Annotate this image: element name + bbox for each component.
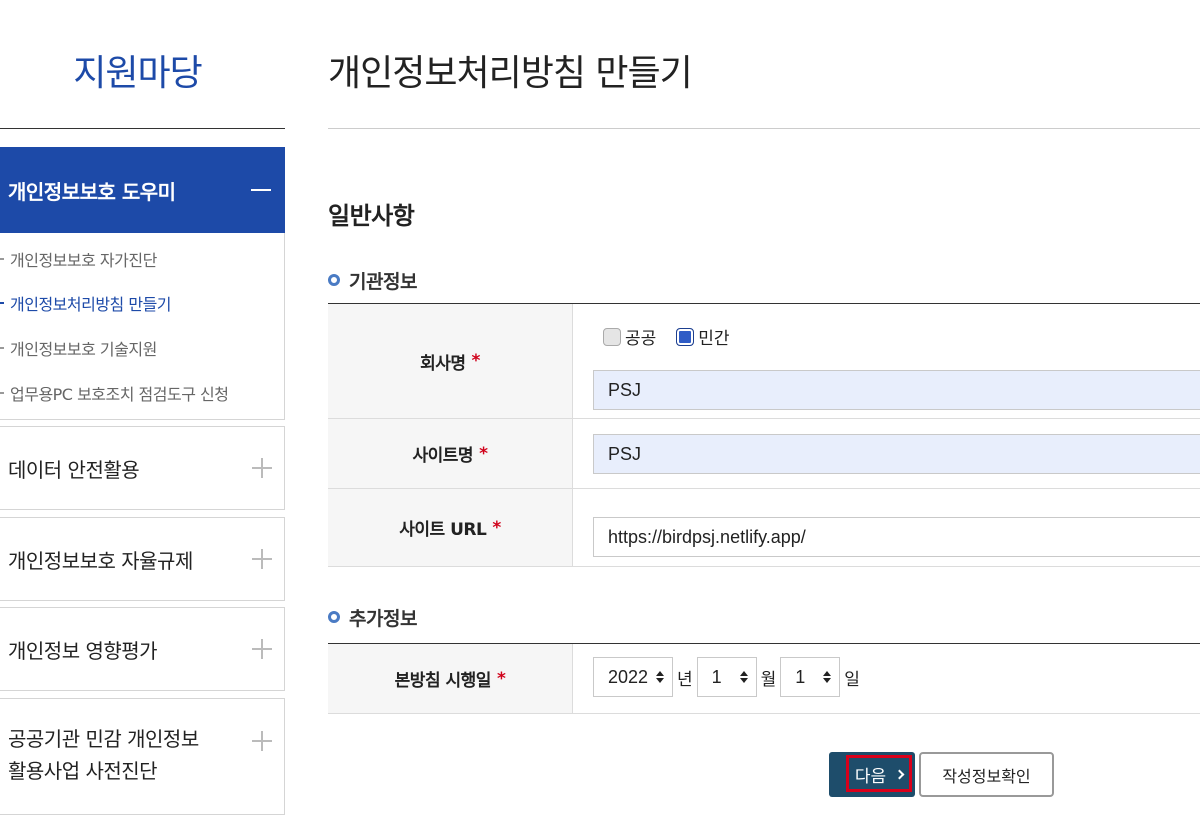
required-mark: * — [496, 668, 506, 689]
day-value: 1 — [795, 666, 806, 687]
sidebar-menu-label: 개인정보보호 자율규제 — [8, 548, 193, 573]
site-url-cell: https://birdpsj.netlify.app/ — [573, 489, 1200, 566]
site-url-label-text: 사이트 URL — [399, 520, 487, 540]
org-info-title: 기관정보 — [328, 268, 417, 293]
plus-icon — [252, 731, 272, 751]
option-label-public: 공공 — [625, 329, 657, 349]
sidebar-menu-label: 개인정보 영향평가 — [8, 638, 158, 663]
next-button[interactable]: 다음 — [829, 752, 915, 797]
submenu-item-label: 개인정보처리방침 만들기 — [10, 295, 172, 314]
sidebar-menu-label: 개인정보보호 도우미 — [8, 179, 176, 204]
submenu-item-pc-check-tool[interactable]: 업무용PC 보호조치 점검도구 신청 — [0, 381, 229, 405]
review-info-button[interactable]: 작성정보확인 — [919, 752, 1054, 797]
main-divider — [328, 128, 1200, 129]
org-info-table: 회사명 * 공공 민간 PSJ 사이트명 * PSJ 사이트 URL * htt — [328, 303, 1200, 567]
site-name-cell: PSJ — [573, 419, 1200, 488]
day-stepper[interactable]: 1 — [780, 657, 841, 697]
company-label: 회사명 * — [328, 304, 573, 418]
required-mark: * — [492, 517, 501, 538]
sidebar-menu-label-line2: 활용사업 사전진단 — [8, 759, 158, 783]
sidebar-divider — [0, 128, 285, 129]
form-row-site-name: 사이트명 * PSJ — [328, 419, 1200, 489]
required-mark: * — [471, 351, 481, 371]
bullet-dash-icon — [0, 392, 4, 394]
site-name-label-text: 사이트명 — [412, 446, 474, 466]
checkbox-public[interactable] — [603, 327, 621, 346]
date-inputs: 2022 년 1 월 1 일 — [593, 657, 864, 697]
plus-icon — [252, 639, 272, 659]
effective-date-label: 본방침 시행일 * — [328, 644, 573, 713]
page-title: 개인정보처리방침 만들기 — [328, 53, 693, 94]
site-url-input[interactable]: https://birdpsj.netlify.app/ — [593, 517, 1200, 557]
site-name-label: 사이트명 * — [328, 419, 573, 488]
sidebar-menu-self-regulation[interactable]: 개인정보보호 자율규제 — [0, 517, 285, 601]
year-value: 2022 — [608, 666, 649, 687]
submenu-item-self-diagnosis[interactable]: 개인정보보호 자가진단 — [0, 247, 157, 271]
circle-bullet-icon — [328, 274, 340, 286]
org-type-options: 공공 민간 — [603, 324, 750, 349]
sidebar-title: 지원마당 — [73, 53, 202, 94]
effective-date-cell: 2022 년 1 월 1 일 — [573, 644, 1200, 713]
sidebar-menu-public-sensitive-diagnosis[interactable]: 공공기관 민감 개인정보 활용사업 사전진단 — [0, 698, 285, 815]
form-row-effective-date: 본방침 시행일 * 2022 년 1 월 1 일 — [328, 644, 1200, 714]
minus-icon — [251, 189, 271, 191]
day-unit: 일 — [844, 669, 860, 690]
company-name-input[interactable]: PSJ — [593, 370, 1200, 410]
month-value: 1 — [711, 666, 722, 687]
submenu-item-label: 개인정보보호 기술지원 — [10, 340, 157, 359]
sidebar-menu-label-line1: 공공기관 민감 개인정보 — [8, 727, 199, 751]
extra-info-title: 추가정보 — [328, 605, 417, 630]
effective-date-label-text: 본방침 시행일 — [394, 671, 492, 691]
extra-info-table: 본방침 시행일 * 2022 년 1 월 1 일 — [328, 643, 1200, 714]
sidebar-menu-data-safe-use[interactable]: 데이터 안전활용 — [0, 426, 285, 510]
bullet-dash-icon — [0, 258, 4, 260]
year-unit: 년 — [677, 669, 693, 690]
sidebar-menu-privacy-helper[interactable]: 개인정보보호 도우미 — [0, 147, 285, 233]
extra-info-title-text: 추가정보 — [349, 607, 417, 630]
circle-bullet-icon — [328, 611, 340, 623]
sidebar-submenu: 개인정보보호 자가진단 개인정보처리방침 만들기 개인정보보호 기술지원 업무용… — [0, 233, 285, 420]
sidebar: 지원마당 개인정보보호 도우미 개인정보보호 자가진단 개인정보처리방침 만들기… — [0, 0, 285, 821]
sidebar-menu-label: 데이터 안전활용 — [8, 457, 140, 482]
spinner-arrows-icon[interactable] — [656, 671, 664, 683]
bullet-dash-icon — [0, 302, 4, 304]
plus-icon — [252, 458, 272, 478]
checkbox-private[interactable] — [676, 327, 695, 346]
submenu-item-tech-support[interactable]: 개인정보보호 기술지원 — [0, 336, 157, 360]
company-cell: 공공 민간 PSJ — [573, 304, 1200, 418]
submenu-item-policy-maker[interactable]: 개인정보처리방침 만들기 — [0, 291, 172, 315]
form-row-company: 회사명 * 공공 민간 PSJ — [328, 304, 1200, 419]
month-stepper[interactable]: 1 — [696, 657, 757, 697]
org-info-title-text: 기관정보 — [349, 270, 417, 293]
form-row-site-url: 사이트 URL * https://birdpsj.netlify.app/ — [328, 489, 1200, 567]
section-title: 일반사항 — [328, 202, 415, 230]
spinner-arrows-icon[interactable] — [823, 671, 832, 683]
required-mark: * — [479, 443, 488, 464]
review-info-button-label: 작성정보확인 — [942, 766, 1031, 786]
next-button-label: 다음 — [854, 767, 887, 787]
site-name-input[interactable]: PSJ — [593, 434, 1200, 474]
sidebar-menu-impact-assessment[interactable]: 개인정보 영향평가 — [0, 607, 285, 691]
submenu-item-label: 개인정보보호 자가진단 — [10, 251, 157, 270]
option-label-private: 민간 — [698, 329, 730, 349]
site-url-label: 사이트 URL * — [328, 489, 573, 566]
plus-icon — [252, 549, 272, 569]
sidebar-menu-label: 공공기관 민감 개인정보 활용사업 사전진단 — [8, 723, 199, 787]
bullet-dash-icon — [0, 347, 4, 349]
spinner-arrows-icon[interactable] — [739, 671, 748, 683]
company-label-text: 회사명 — [420, 353, 466, 374]
submenu-item-label: 업무용PC 보호조치 점검도구 신청 — [10, 385, 229, 404]
year-stepper[interactable]: 2022 — [593, 657, 673, 697]
month-unit: 월 — [760, 669, 777, 690]
